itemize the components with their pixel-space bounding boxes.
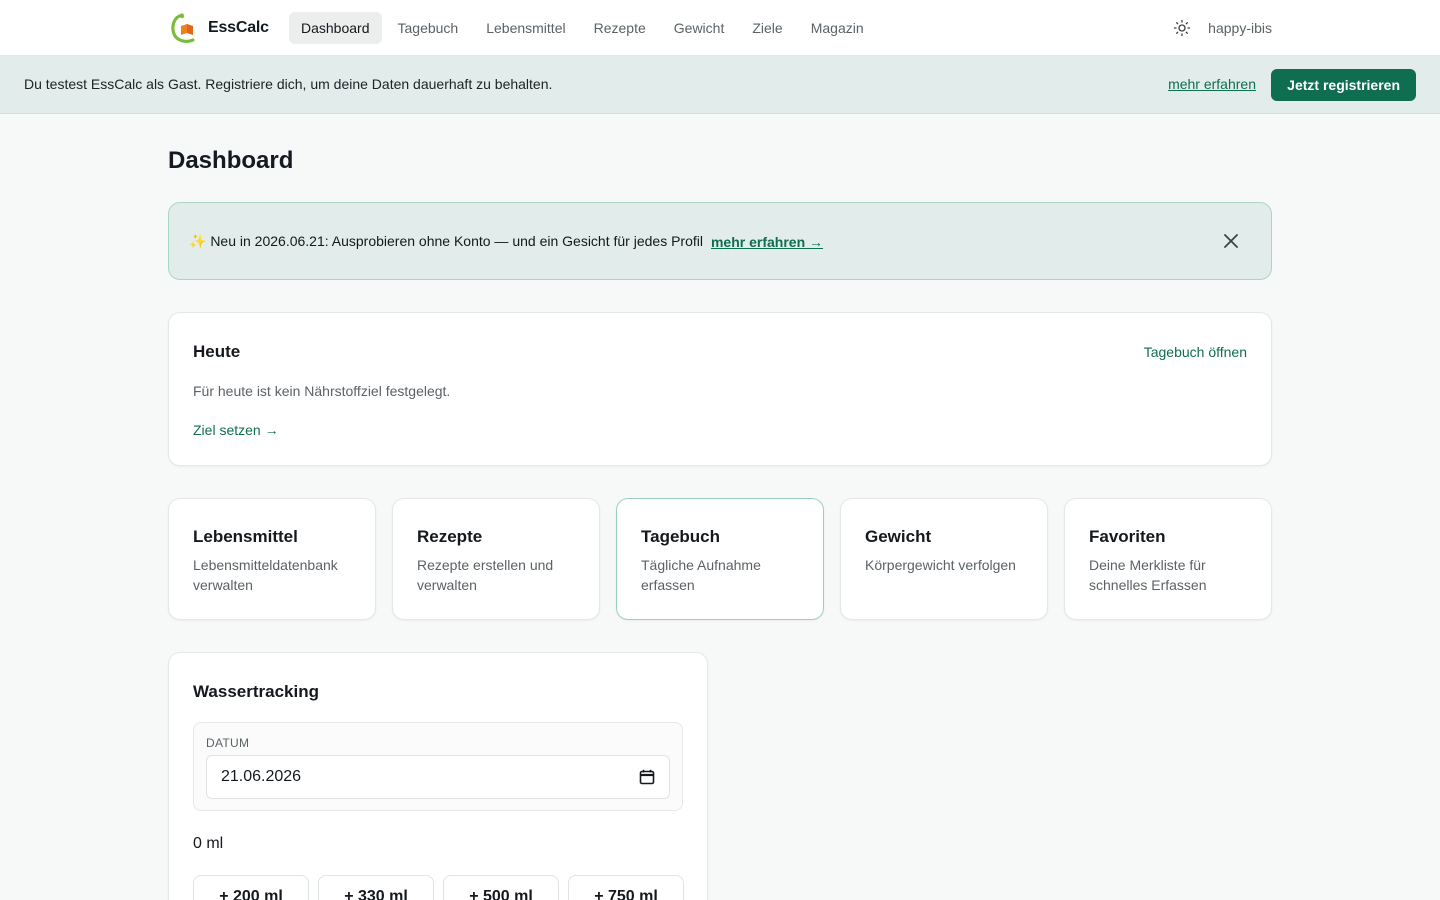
add-750ml-button[interactable]: + 750 ml [568, 875, 684, 900]
nav-item-magazin[interactable]: Magazin [799, 12, 876, 44]
water-tracking-card: Wassertracking DATUM 21.06.2026 0 ml + 2… [168, 652, 708, 900]
guest-banner-text: Du testest EssCalc als Gast. Registriere… [24, 76, 553, 92]
nav-right: happy-ibis [1172, 12, 1272, 44]
date-label: DATUM [206, 736, 250, 750]
guest-more-link[interactable]: mehr erfahren [1168, 76, 1256, 92]
release-notice-link[interactable]: mehr erfahren → [711, 234, 823, 250]
main-nav: Dashboard Tagebuch Lebensmittel Rezepte … [289, 12, 876, 44]
open-diary-link[interactable]: Tagebuch öffnen [1144, 344, 1247, 360]
tile-lebensmittel[interactable]: Lebensmittel Lebensmitteldatenbank verwa… [168, 498, 376, 620]
set-goal-link[interactable]: Ziel setzen → [193, 422, 279, 438]
tile-description: Tägliche Aufnahme erfassen [641, 557, 761, 593]
add-500ml-button[interactable]: + 500 ml [443, 875, 559, 900]
tile-gewicht[interactable]: Gewicht Körpergewicht verfolgen [840, 498, 1048, 620]
tile-description: Lebensmitteldatenbank verwalten [193, 557, 338, 593]
release-notice: ✨ Neu in 2026.06.21: Ausprobieren ohne K… [168, 202, 1272, 280]
esscalc-logo-icon [171, 13, 195, 43]
tile-title: Lebensmittel [193, 527, 298, 546]
no-goal-message: Für heute ist kein Nährstoffziel festgel… [193, 383, 451, 399]
nav-item-lebensmittel[interactable]: Lebensmittel [474, 12, 577, 44]
tile-description: Körpergewicht verfolgen [865, 557, 1016, 573]
release-notice-content: ✨ Neu in 2026.06.21: Ausprobieren ohne K… [189, 233, 823, 250]
tile-title: Gewicht [865, 527, 932, 546]
tile-description: Deine Merkliste für schnelles Erfassen [1089, 557, 1207, 593]
today-card: Heute Tagebuch öffnen Für heute ist kein… [168, 312, 1272, 466]
tile-favoriten[interactable]: Favoriten Deine Merkliste für schnelles … [1064, 498, 1272, 620]
add-200ml-button[interactable]: + 200 ml [193, 875, 309, 900]
brand-home-link[interactable]: EssCalc [168, 11, 269, 45]
tile-rezepte[interactable]: Rezepte Rezepte erstellen und verwalten [392, 498, 600, 620]
dismiss-notice-button[interactable] [1221, 231, 1241, 251]
nav-item-ziele[interactable]: Ziele [740, 12, 794, 44]
nav-item-gewicht[interactable]: Gewicht [662, 12, 737, 44]
release-notice-text: ✨ Neu in 2026.06.21: Ausprobieren ohne K… [189, 233, 703, 249]
date-field-group: DATUM 21.06.2026 [193, 722, 683, 811]
water-add-buttons: + 200 ml + 330 ml + 500 ml + 750 ml [193, 875, 684, 900]
guest-banner: Du testest EssCalc als Gast. Registriere… [0, 56, 1440, 114]
close-icon [1224, 234, 1238, 248]
sun-icon [1173, 19, 1191, 37]
tile-tagebuch[interactable]: Tagebuch Tägliche Aufnahme erfassen [616, 498, 824, 620]
nav-item-dashboard[interactable]: Dashboard [289, 12, 382, 44]
theme-toggle-button[interactable] [1172, 18, 1192, 38]
water-tracking-title: Wassertracking [193, 682, 319, 701]
tile-title: Tagebuch [641, 527, 721, 546]
user-menu[interactable]: happy-ibis [1208, 20, 1272, 36]
brand-name: EssCalc [208, 19, 269, 36]
date-value: 21.06.2026 [221, 768, 302, 785]
tile-title: Favoriten [1089, 527, 1166, 546]
register-button[interactable]: Jetzt registrieren [1271, 69, 1416, 101]
add-330ml-button[interactable]: + 330 ml [318, 875, 434, 900]
page-title: Dashboard [168, 147, 294, 174]
water-amount: 0 ml [193, 835, 224, 852]
date-input[interactable]: 21.06.2026 [206, 755, 670, 799]
tile-description: Rezepte erstellen und verwalten [417, 557, 554, 593]
tile-title: Rezepte [417, 527, 483, 546]
nav-item-rezepte[interactable]: Rezepte [582, 12, 658, 44]
nav-item-tagebuch[interactable]: Tagebuch [386, 12, 471, 44]
calendar-icon[interactable] [639, 769, 655, 785]
top-navigation: EssCalc Dashboard Tagebuch Lebensmittel … [0, 0, 1440, 56]
today-title: Heute [193, 342, 241, 361]
